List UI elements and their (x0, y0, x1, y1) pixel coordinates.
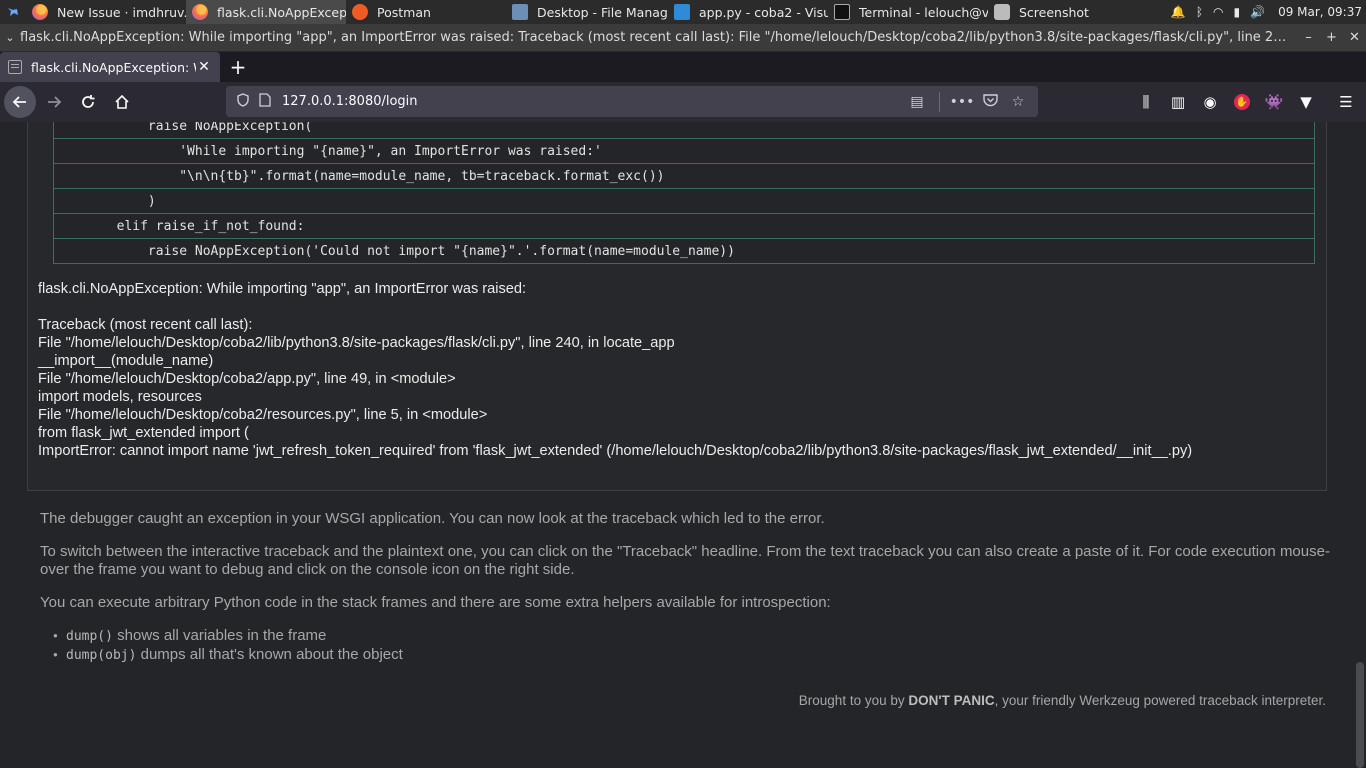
url-divider (939, 91, 940, 112)
taskbar-item-file-manager[interactable]: Desktop - File Manager (506, 0, 668, 24)
taskbar-item-postman[interactable]: Postman (346, 0, 506, 24)
code-line: elif raise_if_not_found: (53, 214, 1315, 239)
clock[interactable]: 09 Mar, 09:37 (1278, 5, 1362, 19)
page-content: raise NoAppException( 'While importing "… (0, 122, 1366, 768)
library-icon[interactable]: ⫼ (1130, 86, 1162, 118)
browser-tab-strip: flask.cli.NoAppException: Wh ✕ + (0, 52, 1366, 82)
taskbar-item-vscode[interactable]: app.py - coba2 - Visu... (668, 0, 828, 24)
wifi-icon[interactable]: ◠ (1213, 5, 1223, 19)
app-menu-icon[interactable] (0, 0, 26, 24)
reload-icon[interactable] (72, 86, 104, 118)
bookmark-star-icon[interactable]: ☆ (1004, 94, 1032, 110)
ublock-extension-icon[interactable]: ✋ (1226, 86, 1258, 118)
firefox-icon (32, 4, 48, 20)
debugger-explanation: The debugger caught an exception in your… (40, 510, 1330, 665)
exception-traceback-text: flask.cli.NoAppException: While importin… (38, 281, 1193, 459)
code-line: raise NoAppException( (53, 122, 1315, 139)
list-item: dump(obj) dumps all that's known about t… (53, 646, 1330, 665)
code-line: "\n\n{tb}".format(name=module_name, tb=t… (53, 164, 1315, 189)
back-arrow-icon[interactable] (4, 86, 36, 118)
volume-icon[interactable]: 🔊 (1250, 5, 1265, 19)
explanation-paragraph: To switch between the interactive traceb… (40, 543, 1330, 578)
system-tray: 🔔 ᛒ ◠ ▮ 🔊 09 Mar, 09:37 (1166, 0, 1366, 24)
file-manager-icon (512, 4, 528, 20)
window-close-icon[interactable]: ✕ (1343, 30, 1366, 45)
taskbar-item-new-issue[interactable]: New Issue · imdhruv... (26, 0, 186, 24)
terminal-icon (834, 4, 850, 20)
new-tab-plus-icon[interactable]: + (220, 52, 256, 82)
sidebar-icon[interactable]: ▥ (1162, 86, 1194, 118)
address-bar[interactable]: 127.0.0.1:8080/login ▤ ••• ☆ (226, 86, 1038, 117)
browser-tab-active[interactable]: flask.cli.NoAppException: Wh ✕ (0, 52, 220, 82)
dont-panic-brand: DON'T PANIC (908, 693, 995, 708)
helper-code: dump() (66, 629, 113, 644)
code-line: ) (53, 189, 1315, 214)
list-item: dump() shows all variables in the frame (53, 627, 1330, 646)
account-icon[interactable]: ◉ (1194, 86, 1226, 118)
postman-icon (352, 4, 368, 20)
window-minimize-icon[interactable]: – (1297, 30, 1320, 45)
window-title: flask.cli.NoAppException: While importin… (20, 30, 1297, 45)
battery-icon[interactable]: ▮ (1234, 5, 1241, 19)
bluetooth-icon[interactable]: ᛒ (1196, 5, 1203, 19)
toolbar-right: ⫼ ▥ ◉ ✋ 👾 ▼ ☰ (1130, 86, 1362, 118)
taskbar-item-flask-error[interactable]: flask.cli.NoAppExcept... (186, 0, 346, 24)
pocket-icon[interactable] (976, 93, 1004, 111)
reader-view-icon[interactable]: ▤ (903, 94, 931, 110)
helper-code: dump(obj) (66, 648, 137, 663)
notification-bell-icon[interactable]: 🔔 (1171, 5, 1186, 19)
taskbar-item-screenshot[interactable]: Screenshot (988, 0, 1098, 24)
vscode-icon (674, 4, 690, 20)
shield-icon[interactable] (232, 92, 254, 111)
home-icon[interactable] (106, 86, 138, 118)
firefox-icon (192, 4, 208, 20)
werkzeug-footer: Brought to you by DON'T PANIC, your frie… (798, 693, 1326, 708)
extension-mask-icon[interactable]: 👾 (1258, 86, 1290, 118)
hamburger-menu-icon[interactable]: ☰ (1330, 86, 1362, 118)
extension-v-icon[interactable]: ▼ (1290, 86, 1322, 118)
taskbar-item-terminal[interactable]: Terminal - lelouch@vi... (828, 0, 988, 24)
tab-title: flask.cli.NoAppException: Wh (31, 59, 196, 75)
url-text[interactable]: 127.0.0.1:8080/login (276, 94, 903, 109)
page-info-icon[interactable] (254, 92, 276, 111)
source-code-block: raise NoAppException( 'While importing "… (53, 122, 1315, 264)
helpers-list: dump() shows all variables in the frame … (40, 627, 1330, 665)
scrollbar-thumb[interactable] (1356, 662, 1364, 768)
navigation-toolbar: 127.0.0.1:8080/login ▤ ••• ☆ ⫼ ▥ ◉ ✋ 👾 ▼… (0, 82, 1366, 122)
page-favicon-icon (8, 60, 22, 74)
explanation-paragraph: You can execute arbitrary Python code in… (40, 594, 831, 611)
system-panel: New Issue · imdhruv... flask.cli.NoAppEx… (0, 0, 1366, 24)
screenshot-icon (994, 4, 1010, 20)
window-title-bar: ⌄ flask.cli.NoAppException: While import… (0, 24, 1366, 52)
forward-arrow-icon[interactable] (38, 86, 70, 118)
explanation-paragraph: The debugger caught an exception in your… (40, 510, 825, 527)
page-actions-more-icon[interactable]: ••• (948, 94, 976, 110)
code-line: 'While importing "{name}", an ImportErro… (53, 139, 1315, 164)
page-scrollbar[interactable] (1354, 122, 1366, 768)
tab-close-icon[interactable]: ✕ (196, 59, 212, 75)
window-maximize-icon[interactable]: + (1320, 30, 1343, 45)
window-menu-chevron-icon[interactable]: ⌄ (0, 31, 20, 44)
code-line: raise NoAppException('Could not import "… (53, 239, 1315, 264)
